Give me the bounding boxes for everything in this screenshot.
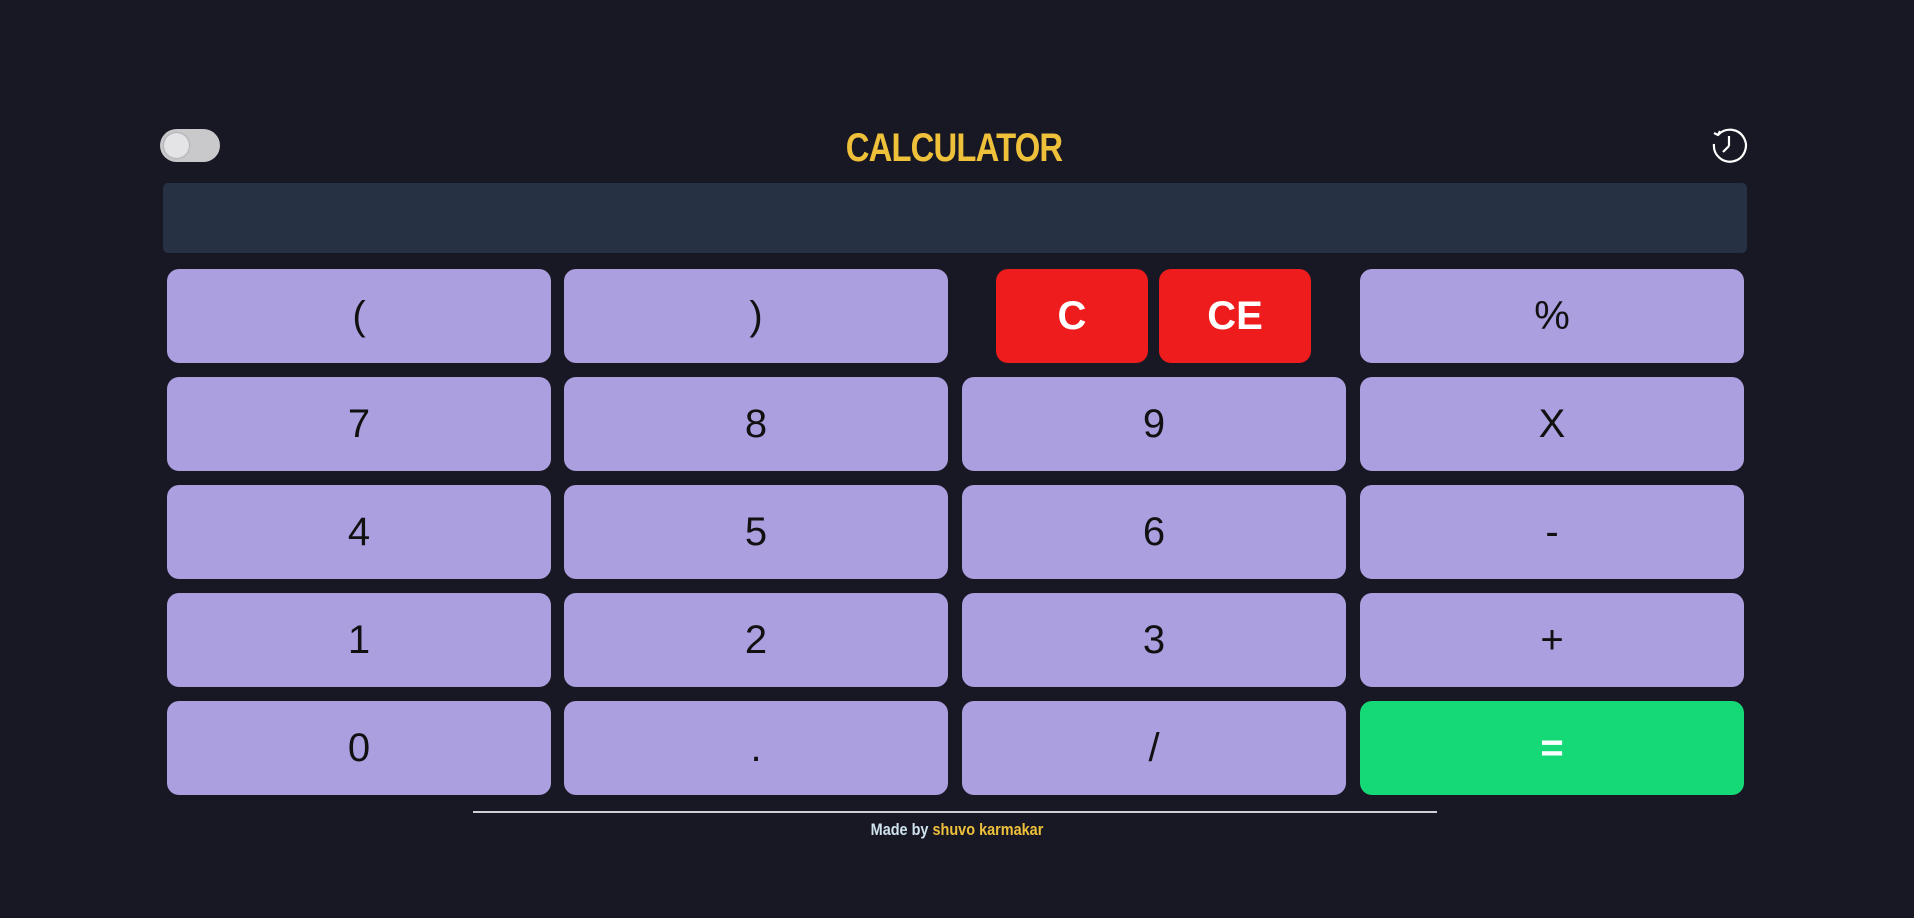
multiply-button[interactable]: X bbox=[1360, 377, 1744, 471]
divide-button[interactable]: / bbox=[962, 701, 1346, 795]
clear-entry-button[interactable]: CE bbox=[1159, 269, 1311, 363]
open-paren-button[interactable]: ( bbox=[167, 269, 551, 363]
clear-button[interactable]: C bbox=[996, 269, 1148, 363]
footer-divider bbox=[473, 811, 1437, 813]
percent-button[interactable]: % bbox=[1360, 269, 1744, 363]
history-clock-icon bbox=[1712, 128, 1748, 163]
toggle-knob bbox=[164, 133, 189, 158]
digit-1-button[interactable]: 1 bbox=[167, 593, 551, 687]
history-button[interactable] bbox=[1710, 127, 1748, 165]
digit-0-button[interactable]: 0 bbox=[167, 701, 551, 795]
digit-7-button[interactable]: 7 bbox=[167, 377, 551, 471]
equals-button[interactable]: = bbox=[1360, 701, 1744, 795]
author-link[interactable]: shuvo karmakar bbox=[932, 820, 1043, 839]
digit-3-button[interactable]: 3 bbox=[962, 593, 1346, 687]
minus-button[interactable]: - bbox=[1360, 485, 1744, 579]
close-paren-button[interactable]: ) bbox=[564, 269, 948, 363]
digit-8-button[interactable]: 8 bbox=[564, 377, 948, 471]
digit-5-button[interactable]: 5 bbox=[564, 485, 948, 579]
calculator-header: CALCULATOR bbox=[160, 120, 1748, 176]
footer-credit: Made by shuvo karmakar bbox=[144, 820, 1771, 840]
plus-button[interactable]: + bbox=[1360, 593, 1744, 687]
digit-9-button[interactable]: 9 bbox=[962, 377, 1346, 471]
footer-prefix: Made by bbox=[870, 820, 933, 839]
calculator-display bbox=[163, 183, 1747, 253]
digit-6-button[interactable]: 6 bbox=[962, 485, 1346, 579]
digit-4-button[interactable]: 4 bbox=[167, 485, 551, 579]
decimal-point-button[interactable]: . bbox=[564, 701, 948, 795]
digit-2-button[interactable]: 2 bbox=[564, 593, 948, 687]
page-title: CALCULATOR bbox=[845, 126, 1063, 170]
theme-toggle[interactable] bbox=[160, 129, 220, 162]
